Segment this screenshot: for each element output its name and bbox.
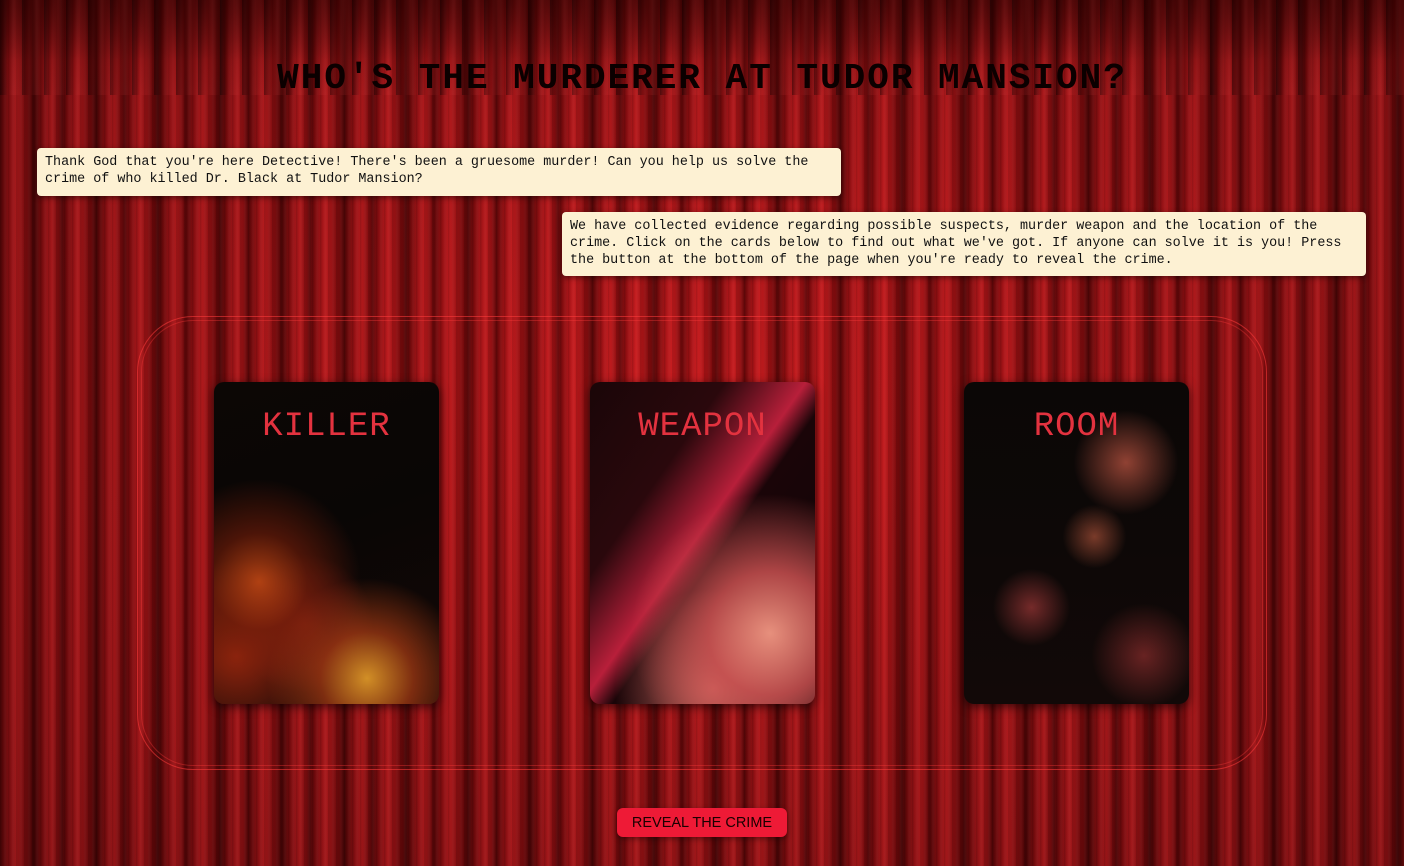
- weapon-card-label: WEAPON: [638, 408, 767, 446]
- weapon-card[interactable]: WEAPON: [590, 382, 815, 704]
- room-card[interactable]: ROOM: [964, 382, 1189, 704]
- killer-card[interactable]: KILLER: [214, 382, 439, 704]
- intro-note: Thank God that you're here Detective! Th…: [37, 148, 841, 196]
- killer-card-label: KILLER: [262, 408, 391, 446]
- room-card-label: ROOM: [1033, 408, 1120, 446]
- page-title: WHO'S THE MURDERER AT TUDOR MANSION?: [277, 58, 1127, 99]
- evidence-note: We have collected evidence regarding pos…: [562, 212, 1366, 276]
- reveal-crime-button[interactable]: REVEAL THE CRIME: [617, 808, 787, 837]
